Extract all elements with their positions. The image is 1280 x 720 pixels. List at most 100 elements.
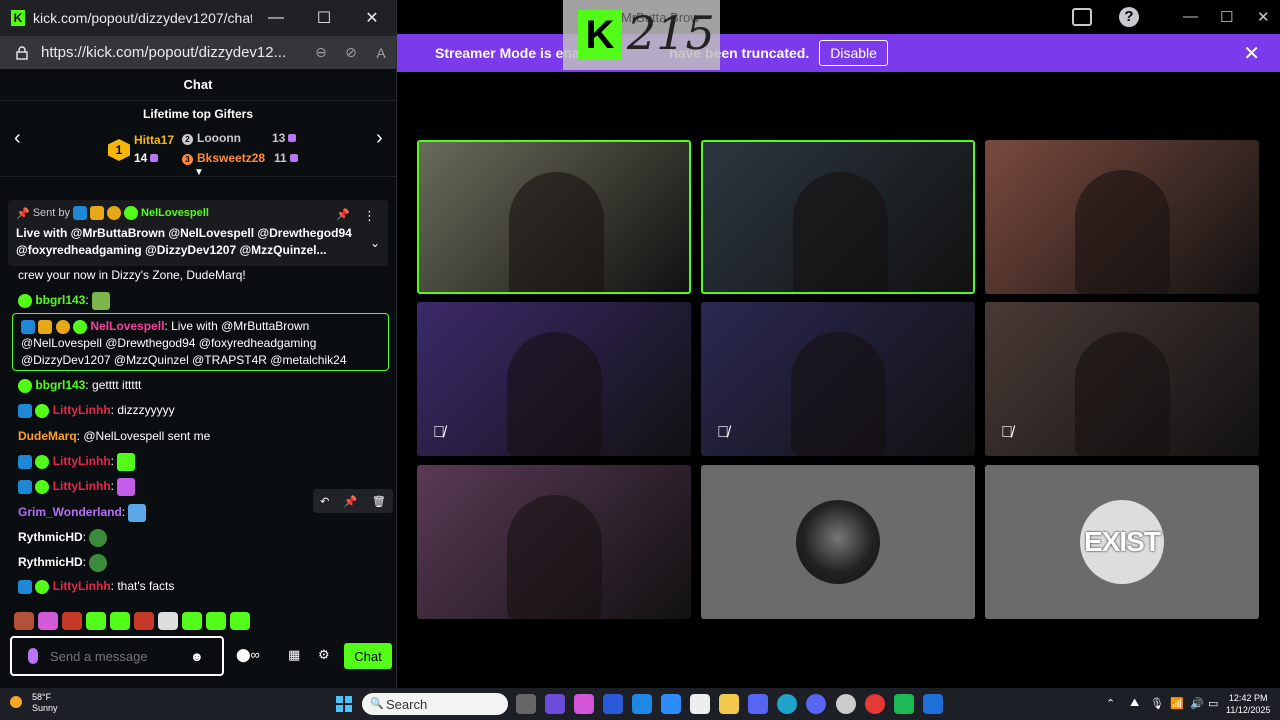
chat-message: crew your now in Dizzy's Zone, DudeMarq!: [18, 268, 246, 282]
volume-icon[interactable]: 🔊: [1190, 697, 1204, 710]
emote-picker-icon[interactable]: ⬤∞: [236, 647, 260, 663]
video-tile-4[interactable]: 🎙̸: [417, 302, 691, 456]
network-icon[interactable]: ⛰: [1130, 697, 1139, 710]
video-tile-9[interactable]: EXIST: [985, 465, 1259, 619]
gifter-2[interactable]: 2 Looonn: [182, 131, 241, 145]
chevron-up-icon[interactable]: ⌃: [1106, 697, 1115, 710]
delete-icon[interactable]: 🗑: [372, 495, 386, 508]
weather-widget[interactable]: 58°F Sunny: [10, 692, 58, 714]
start-icon[interactable]: [336, 696, 352, 712]
pin-message-icon[interactable]: 📌: [344, 495, 358, 508]
reply-icon[interactable]: ↶: [320, 495, 329, 508]
app-icon[interactable]: [894, 694, 914, 714]
emote-icon[interactable]: [38, 612, 58, 630]
emote-icon[interactable]: [230, 612, 250, 630]
video-tile-1[interactable]: [417, 140, 691, 294]
gifter-2-count: 13: [272, 131, 297, 145]
chat-message: bbgrl143:: [18, 292, 111, 310]
settings-icon[interactable]: [836, 694, 856, 714]
unpin-icon[interactable]: 📌: [336, 208, 350, 221]
expand-pinned-icon[interactable]: ⌄: [370, 236, 380, 250]
emote-icon[interactable]: [110, 612, 130, 630]
gifter-badge-icon: [107, 206, 122, 220]
lock-icon: [16, 45, 28, 60]
help-icon[interactable]: ?: [1119, 7, 1139, 27]
banner-close-icon[interactable]: ✕: [1243, 41, 1260, 66]
close-icon[interactable]: ✕: [1257, 8, 1270, 26]
gifter-1-count: 14: [134, 151, 159, 165]
streamer-mode-banner: Streamer Mode is ena have been truncated…: [397, 34, 1280, 72]
url-text[interactable]: https://kick.com/popout/dizzydev12...: [41, 44, 306, 61]
sun-icon: [10, 696, 22, 708]
streamer-silhouette: [1075, 332, 1170, 456]
verified-badge-icon: [18, 378, 32, 393]
minimize-icon[interactable]: —: [1183, 8, 1198, 25]
more-options-icon[interactable]: ⋮: [363, 208, 376, 224]
pinned-sent-by: 📌 Sent by NelLovespell: [16, 206, 209, 220]
gifter-1[interactable]: Hitta17: [134, 133, 174, 147]
streamer-silhouette: [509, 172, 604, 292]
gifters-next-icon[interactable]: ›: [376, 127, 383, 150]
emote-icon[interactable]: [206, 612, 226, 630]
zoom-icon[interactable]: ⊖: [306, 44, 336, 61]
collapse-gifters-icon[interactable]: ▼: [194, 167, 204, 178]
taskbar-search[interactable]: 🔍 Search: [362, 693, 508, 715]
streamer-silhouette: [793, 172, 888, 292]
teams-icon[interactable]: [748, 694, 768, 714]
discord-icon[interactable]: [806, 694, 826, 714]
chat-message: RythmicHD:: [18, 554, 108, 572]
screen-record-icon[interactable]: [1072, 8, 1092, 26]
maximize-icon[interactable]: ☐: [300, 0, 348, 36]
pinned-message[interactable]: 📌 Sent by NelLovespell Live with @MrButt…: [8, 200, 388, 266]
emote-icon[interactable]: [14, 612, 34, 630]
minimize-icon[interactable]: —: [252, 0, 300, 36]
close-icon[interactable]: ✕: [348, 0, 396, 36]
task-view-icon[interactable]: [516, 694, 536, 714]
maximize-icon[interactable]: ☐: [1220, 8, 1233, 26]
emote-icon[interactable]: [62, 612, 82, 630]
settings-icon[interactable]: ⚙: [318, 647, 330, 663]
gift-icon: [150, 154, 159, 162]
video-tile-3[interactable]: [985, 140, 1259, 294]
zoom-app-icon[interactable]: [661, 694, 681, 714]
emoji-icon[interactable]: ☻: [190, 649, 204, 664]
emote-icon[interactable]: [182, 612, 202, 630]
pinned-text: Live with @MrButtaBrown @NelLovespell @D…: [16, 226, 352, 257]
battery-icon[interactable]: ▭: [1208, 697, 1218, 710]
system-clock[interactable]: 12:42 PM 11/12/2025: [1226, 692, 1270, 716]
video-tile-5[interactable]: 🎙̸: [701, 302, 975, 456]
tracking-icon[interactable]: ⊘: [336, 44, 366, 61]
gifter-3-count: 11: [274, 151, 298, 165]
send-chat-button[interactable]: Chat: [344, 643, 392, 669]
video-tile-2[interactable]: [701, 140, 975, 294]
app-icon[interactable]: [632, 694, 652, 714]
maps-icon[interactable]: [865, 694, 885, 714]
store-icon[interactable]: [690, 694, 710, 714]
gifter-3[interactable]: 3 Bksweetz28: [182, 151, 265, 165]
chat-input-box[interactable]: ☻: [10, 636, 224, 676]
edge-icon[interactable]: [777, 694, 797, 714]
app-icon[interactable]: [574, 694, 594, 714]
emote-icon[interactable]: [134, 612, 154, 630]
video-tile-8[interactable]: [701, 465, 975, 619]
address-bar[interactable]: https://kick.com/popout/dizzydev12... ⊖ …: [0, 36, 396, 69]
video-tile-6[interactable]: 🎙̸: [985, 302, 1259, 456]
disable-streamer-mode-button[interactable]: Disable: [819, 40, 888, 66]
rank-2-badge-icon: 2: [182, 134, 193, 145]
mic-icon[interactable]: 🎙: [1150, 697, 1164, 710]
hp-icon[interactable]: [603, 694, 623, 714]
emote-icon[interactable]: [86, 612, 106, 630]
app-icon[interactable]: [545, 694, 565, 714]
wifi-icon[interactable]: 📶: [1170, 697, 1184, 710]
read-aloud-icon[interactable]: A: [366, 45, 396, 61]
app-icon[interactable]: [923, 694, 943, 714]
emote-icon[interactable]: [158, 612, 178, 630]
mic-icon[interactable]: [28, 648, 38, 664]
gifters-prev-icon[interactable]: ‹: [14, 127, 21, 150]
streamer-silhouette: [1075, 170, 1170, 294]
store-icon[interactable]: ▦: [288, 647, 300, 663]
video-tile-7[interactable]: [417, 465, 691, 619]
pin-icon: 📌: [16, 207, 30, 220]
message-input[interactable]: [50, 648, 190, 664]
folder-icon[interactable]: [719, 694, 739, 714]
